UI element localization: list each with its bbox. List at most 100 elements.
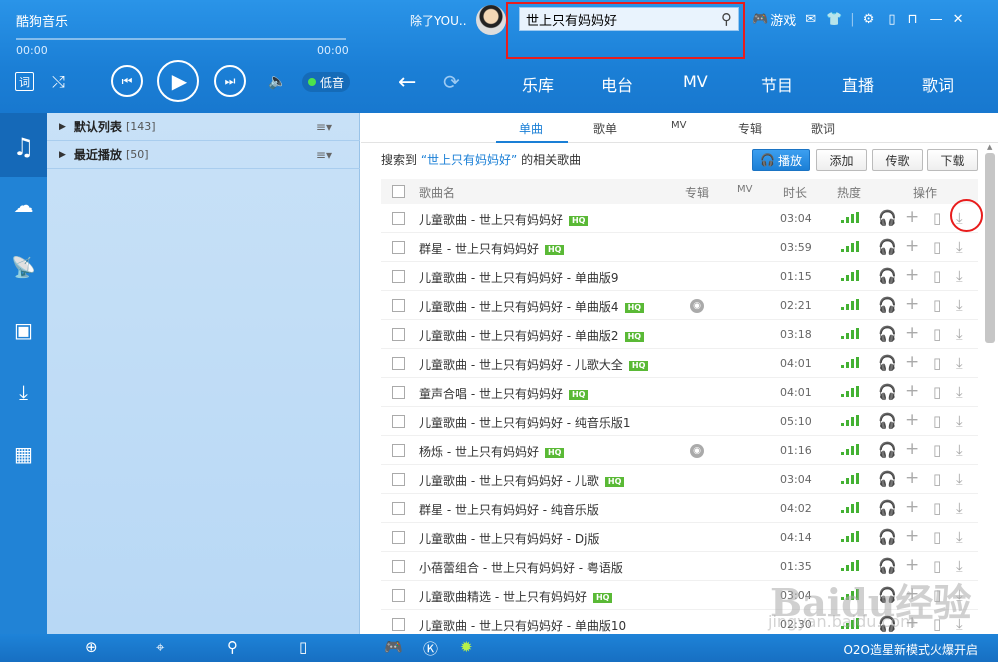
song-name[interactable]: 儿童歌曲 - 世上只有妈妈好 - 纯音乐版1 [419,414,631,431]
send-to-phone-icon[interactable]: ▯ [933,209,941,227]
footer-promo[interactable]: O2O造星新模式火爆开启 [843,641,978,658]
listen-headphones-icon[interactable]: 🎧 [878,354,897,372]
row-checkbox[interactable] [392,473,405,486]
nav-item-mv[interactable]: MV [683,72,708,91]
add-icon[interactable]: + [905,526,919,546]
download-icon[interactable]: ⤓ [956,296,963,314]
play-all-button[interactable]: 🎧 播放 [752,149,810,171]
search-icon[interactable]: ⚲ [227,638,238,656]
add-icon[interactable]: + [905,497,919,517]
table-row[interactable]: 儿童歌曲 - 世上只有妈妈好 - 儿歌大全 HQ 04:01 🎧 + ▯ ⤓ [381,349,978,378]
table-row[interactable]: 群星 - 世上只有妈妈好 - 纯音乐版 04:02 🎧 + ▯ ⤓ [381,494,978,523]
download-icon[interactable]: ⤓ [956,499,963,517]
k-app-icon[interactable]: Ⓚ [423,638,438,659]
shuffle-icon[interactable]: ⤭ [52,72,65,92]
send-to-phone-icon[interactable]: ▯ [933,296,941,314]
apps-grid-icon[interactable]: ▦ [0,442,47,466]
add-circle-icon[interactable]: ⊕ [85,638,98,656]
listen-headphones-icon[interactable]: 🎧 [878,209,897,227]
row-checkbox[interactable] [392,212,405,225]
row-checkbox[interactable] [392,241,405,254]
mini-mode-icon[interactable]: ⊓ [908,12,918,27]
playlist-item-default[interactable]: ▶ 默认列表 [143] ≡▾ [47,113,360,141]
song-name[interactable]: 杨烁 - 世上只有妈妈好 HQ [419,443,565,460]
song-name[interactable]: 儿童歌曲 - 世上只有妈妈好 - 儿歌 HQ [419,472,625,489]
add-icon[interactable]: + [905,410,919,430]
song-name[interactable]: 儿童歌曲 - 世上只有妈妈好 - 单曲版2 HQ [419,327,645,344]
list-menu-icon[interactable]: ≡▾ [316,120,332,134]
add-icon[interactable]: + [905,381,919,401]
song-name[interactable]: 儿童歌曲精选 - 世上只有妈妈好 HQ [419,588,613,605]
tab-songs[interactable]: 单曲 [519,120,543,137]
song-name[interactable]: 儿童歌曲 - 世上只有妈妈好 - 单曲版10 [419,617,626,634]
song-name[interactable]: 群星 - 世上只有妈妈好 - 纯音乐版 [419,501,599,518]
download-icon[interactable]: ⤓ [956,325,963,343]
quality-toggle[interactable]: 低音 [302,72,350,92]
previous-button[interactable]: ⏮ [111,65,143,97]
download-icon[interactable]: ⤓ [956,412,963,430]
row-checkbox[interactable] [392,328,405,341]
download-icon[interactable]: ⤓ [956,354,963,372]
download-icon[interactable]: ⤓ [956,238,963,256]
back-arrow-icon[interactable]: ← [398,70,416,95]
row-checkbox[interactable] [392,589,405,602]
table-row[interactable]: 儿童歌曲 - 世上只有妈妈好 HQ 03:04 🎧 + ▯ ⤓ [381,204,978,233]
row-checkbox[interactable] [392,386,405,399]
table-row[interactable]: 群星 - 世上只有妈妈好 HQ 03:59 🎧 + ▯ ⤓ [381,233,978,262]
song-name[interactable]: 儿童歌曲 - 世上只有妈妈好 HQ [419,211,589,228]
song-name[interactable]: 童声合唱 - 世上只有妈妈好 HQ [419,385,589,402]
expand-arrow-icon[interactable]: ▶ [59,150,66,160]
row-checkbox[interactable] [392,502,405,515]
skin-icon[interactable]: 👕 [826,12,842,27]
download-icon[interactable]: ⤓ [956,470,963,488]
add-icon[interactable]: + [905,468,919,488]
song-name[interactable]: 群星 - 世上只有妈妈好 HQ [419,240,565,257]
mail-icon[interactable]: ✉ [805,12,816,27]
download-button[interactable]: 下载 [927,149,978,171]
send-to-phone-icon[interactable]: ▯ [933,383,941,401]
listen-headphones-icon[interactable]: 🎧 [878,238,897,256]
add-button[interactable]: 添加 [816,149,867,171]
refresh-icon[interactable]: ⟳ [443,70,460,94]
add-icon[interactable]: + [905,207,919,227]
phone-transfer-icon[interactable]: ▣ [0,318,47,342]
select-all-checkbox[interactable] [392,185,405,198]
nav-item-live[interactable]: 直播 [842,72,874,96]
add-icon[interactable]: + [905,352,919,372]
row-checkbox[interactable] [392,531,405,544]
gamepad-icon[interactable]: 🎮 [384,638,403,656]
send-to-phone-icon[interactable]: ▯ [933,238,941,256]
tab-lyrics[interactable]: 歌词 [811,120,835,137]
table-row[interactable]: 童声合唱 - 世上只有妈妈好 HQ 04:01 🎧 + ▯ ⤓ [381,378,978,407]
nav-item-lyrics[interactable]: 歌词 [922,72,954,96]
send-to-phone-icon[interactable]: ▯ [933,499,941,517]
send-to-phone-icon[interactable]: ▯ [933,325,941,343]
song-name[interactable]: 小蓓蕾组合 - 世上只有妈妈好 - 粤语版 [419,559,623,576]
download-icon[interactable]: ⤓ [956,267,963,285]
row-checkbox[interactable] [392,560,405,573]
add-icon[interactable]: + [905,265,919,285]
mobile-icon[interactable]: ▯ [299,638,307,656]
row-checkbox[interactable] [392,270,405,283]
listen-headphones-icon[interactable]: 🎧 [878,383,897,401]
add-icon[interactable]: + [905,323,919,343]
send-to-phone-icon[interactable]: ▯ [933,470,941,488]
album-icon[interactable]: ◉ [690,299,704,313]
playlist-item-recent[interactable]: ▶ 最近播放 [50] ≡▾ [47,141,360,169]
cloud-icon[interactable]: ☁ [0,193,47,217]
progress-bar[interactable] [16,38,346,40]
tab-albums[interactable]: 专辑 [738,120,762,137]
listen-headphones-icon[interactable]: 🎧 [878,325,897,343]
send-to-phone-icon[interactable]: ▯ [933,441,941,459]
bug-icon[interactable]: ✹ [460,638,473,656]
listen-headphones-icon[interactable]: 🎧 [878,296,897,314]
gamepad-icon[interactable]: 🎮 [752,12,768,27]
table-row[interactable]: 儿童歌曲 - 世上只有妈妈好 - 单曲版2 HQ 03:18 🎧 + ▯ ⤓ [381,320,978,349]
listen-headphones-icon[interactable]: 🎧 [878,267,897,285]
row-checkbox[interactable] [392,444,405,457]
table-row[interactable]: 儿童歌曲 - 世上只有妈妈好 - 单曲版9 01:15 🎧 + ▯ ⤓ [381,262,978,291]
nav-item-radio[interactable]: 电台 [601,72,633,96]
game-label[interactable]: 游戏 [770,10,796,29]
gear-icon[interactable]: ⚙ [863,12,875,27]
nav-item-programs[interactable]: 节目 [761,72,793,96]
